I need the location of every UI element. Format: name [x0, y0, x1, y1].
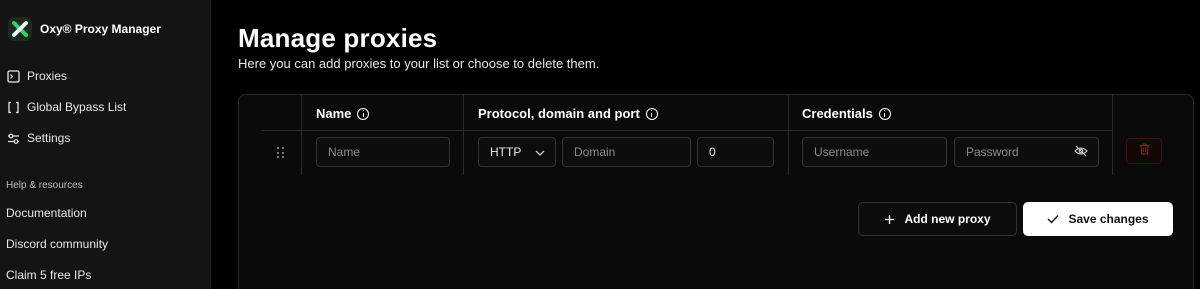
sidebar-item-label: Proxies	[27, 69, 68, 83]
port-value: 0	[709, 145, 716, 159]
column-divider	[1112, 95, 1113, 175]
sidebar-item-settings[interactable]: Settings	[6, 131, 70, 145]
column-divider	[463, 95, 464, 175]
header-divider	[261, 130, 1112, 131]
password-input-placeholder: Password	[966, 145, 1019, 159]
discord-community-link[interactable]: Discord community	[6, 237, 108, 251]
save-changes-button[interactable]: Save changes	[1023, 202, 1173, 236]
sidebar-item-label: Global Bypass List	[27, 100, 127, 114]
save-changes-label: Save changes	[1068, 212, 1149, 226]
column-divider	[788, 95, 789, 175]
eye-off-icon[interactable]	[1074, 145, 1088, 160]
delete-row-button[interactable]	[1126, 138, 1162, 164]
info-icon[interactable]	[878, 107, 891, 120]
documentation-link[interactable]: Documentation	[6, 206, 87, 220]
claim-free-ips-link[interactable]: Claim 5 free IPs	[6, 268, 91, 282]
chevron-down-icon	[535, 145, 545, 159]
plus-icon	[884, 214, 895, 225]
proxies-table-panel: Name Protocol, domain and port Credentia…	[238, 94, 1194, 289]
oxy-logo-icon	[8, 17, 32, 41]
info-icon[interactable]	[645, 107, 658, 120]
column-header-name: Name	[316, 106, 370, 121]
column-header-protocol: Protocol, domain and port	[478, 106, 658, 121]
protocol-select[interactable]: HTTP	[478, 137, 556, 167]
protocol-value: HTTP	[490, 145, 522, 159]
sliders-icon	[6, 131, 20, 145]
domain-input-placeholder: Domain	[574, 145, 616, 159]
trash-icon	[1139, 142, 1150, 160]
sidebar-item-global-bypass-list[interactable]: Global Bypass List	[6, 100, 126, 114]
brand-name: Oxy® Proxy Manager	[40, 22, 161, 36]
column-header-label: Name	[316, 106, 352, 121]
domain-input[interactable]: Domain	[562, 137, 691, 167]
username-input-placeholder: Username	[814, 145, 870, 159]
column-divider	[301, 95, 302, 175]
terminal-icon	[6, 69, 20, 83]
brand[interactable]: Oxy® Proxy Manager	[8, 17, 161, 41]
sidebar: Oxy® Proxy Manager Proxies Global Bypass…	[0, 0, 211, 289]
help-resources-heading: Help & resources	[6, 180, 83, 191]
brackets-icon	[6, 100, 20, 114]
sidebar-item-proxies[interactable]: Proxies	[6, 69, 67, 83]
page-subtitle: Here you can add proxies to your list or…	[238, 56, 600, 71]
add-new-proxy-label: Add new proxy	[904, 212, 991, 226]
name-input-placeholder: Name	[328, 145, 361, 159]
port-input[interactable]: 0	[697, 137, 774, 167]
add-new-proxy-button[interactable]: Add new proxy	[858, 202, 1017, 236]
username-input[interactable]: Username	[802, 137, 947, 167]
drag-handle-icon[interactable]	[277, 147, 285, 159]
column-header-label: Credentials	[802, 106, 873, 121]
check-icon	[1047, 214, 1059, 224]
page-title: Manage proxies	[238, 23, 438, 53]
info-icon[interactable]	[357, 107, 370, 120]
column-header-credentials: Credentials	[802, 106, 891, 121]
name-input[interactable]: Name	[316, 137, 450, 167]
column-header-label: Protocol, domain and port	[478, 106, 640, 121]
sidebar-item-label: Settings	[27, 131, 71, 145]
password-input[interactable]: Password	[954, 137, 1099, 167]
